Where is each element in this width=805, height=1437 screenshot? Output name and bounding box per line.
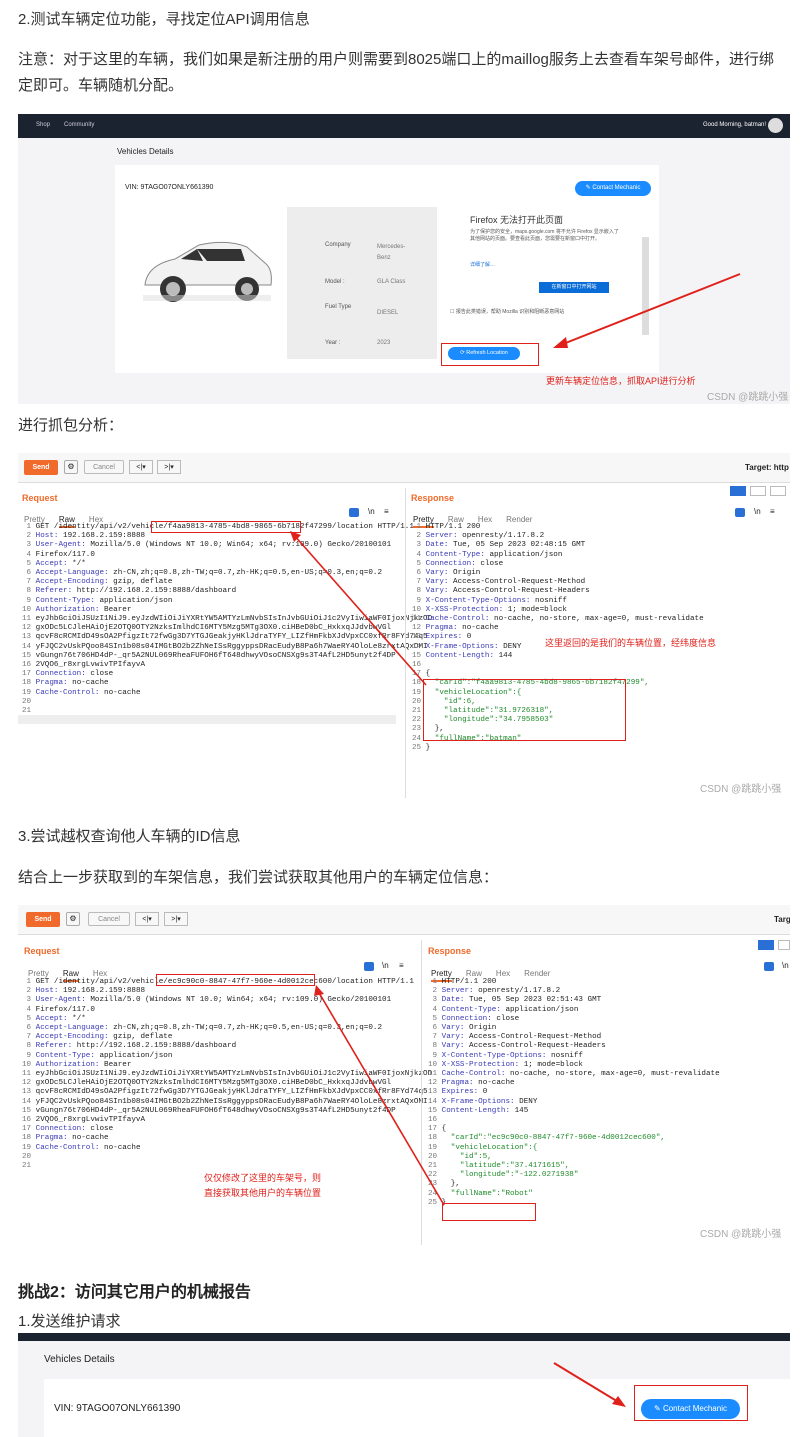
burp-screenshot-2: Send ⚙ Cancel <|▾ >|▾ Targ Request Prett… (18, 905, 790, 1245)
annotation-line-1: 仅仅修改了这里的车架号，则 (204, 1173, 322, 1183)
capture-intro: 进行抓包分析： (18, 417, 124, 434)
note-paragraph: 注意：对于这里的车辆，我们如果是新注册的用户则需要到8025端口上的maillo… (18, 51, 774, 94)
burp-screenshot-1: Send ⚙ Cancel <|▾ >|▾ Target: http Reque… (18, 453, 790, 798)
vehicle-details-screenshot-2: Vehicles Details VIN: 9TAGO07ONLY661390 … (18, 1333, 790, 1437)
step-1-label: 1.发送维护请求 (18, 1313, 121, 1330)
annotation-arrow (553, 273, 741, 348)
annotation-line-2: 直接获取其他用户的车辆位置 (204, 1188, 322, 1198)
watermark: CSDN @跳跳小强 (700, 1229, 782, 1240)
section-heading-3: 3.尝试越权查询他人车辆的ID信息 (18, 828, 241, 845)
vehicle-details-screenshot: Shop Community Good Morning, batman! Veh… (18, 114, 790, 404)
watermark: CSDN @跳跳小强 (707, 392, 789, 403)
annotation-location: 这里返回的是我们的车辆位置，经纬度信息 (545, 638, 717, 648)
annotation-refresh: 更新车辆定位信息，抓取API进行分析 (546, 376, 696, 386)
annotation-arrow (314, 985, 445, 1206)
section-heading-2: 2.测试车辆定位功能，寻找定位API调用信息 (18, 11, 310, 28)
annotation-arrow (553, 1362, 626, 1407)
challenge-heading: 挑战2：访问其它用户的机械报告 (18, 1284, 251, 1301)
annotation-arrow (290, 531, 427, 686)
watermark: CSDN @跳跳小强 (700, 784, 782, 795)
section-3-paragraph: 结合上一步获取到的车架信息，我们尝试获取其他用户的车辆定位信息： (18, 869, 499, 886)
